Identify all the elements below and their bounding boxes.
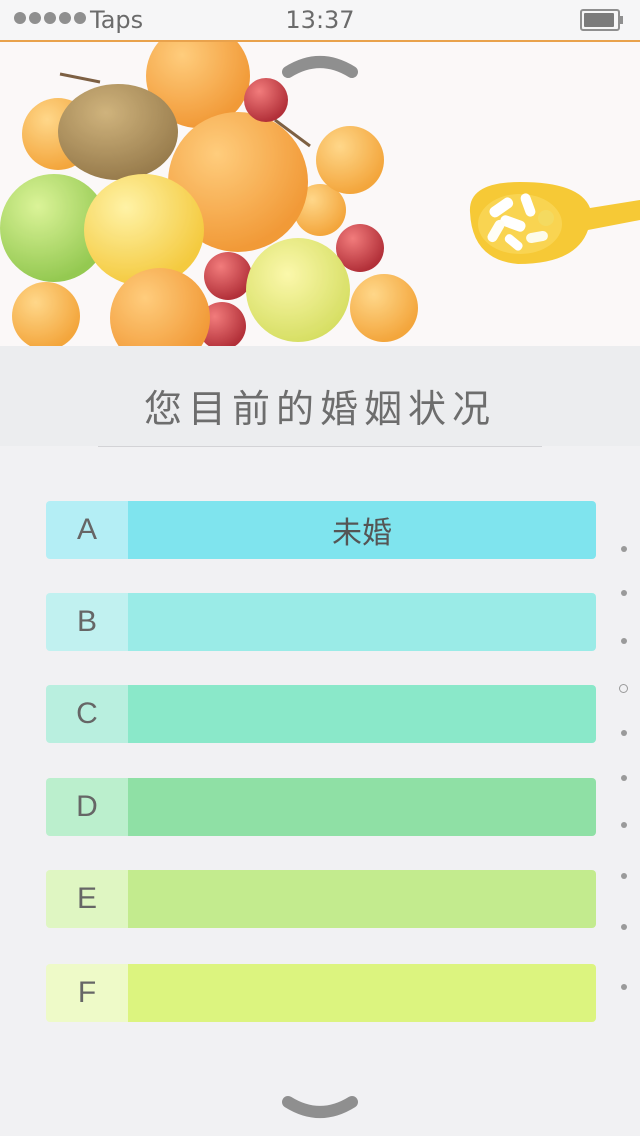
question-title: 您目前的婚姻状况 <box>143 387 496 431</box>
option-b[interactable]: B <box>46 593 596 651</box>
page-dot[interactable] <box>621 873 627 879</box>
option-letter: C <box>46 685 128 743</box>
page-dot[interactable] <box>621 984 627 990</box>
option-d[interactable]: D <box>46 778 596 836</box>
option-f[interactable]: F <box>46 964 596 1022</box>
page-dot[interactable] <box>621 546 627 552</box>
page-dot[interactable] <box>621 590 627 596</box>
page-dot[interactable] <box>621 822 627 828</box>
status-time: 13:37 <box>285 6 355 34</box>
option-letter: F <box>46 964 128 1022</box>
option-letter: B <box>46 593 128 651</box>
chevron-up-icon[interactable] <box>280 50 360 80</box>
page-dot-active[interactable] <box>619 684 628 693</box>
fruit-and-pills-image <box>0 42 640 346</box>
page-dot[interactable] <box>621 638 627 644</box>
option-letter: D <box>46 778 128 836</box>
option-label <box>128 870 596 928</box>
battery-icon <box>580 9 623 31</box>
page-dot[interactable] <box>621 924 627 930</box>
divider <box>98 446 542 447</box>
page-indicator <box>618 540 630 1000</box>
option-label <box>128 778 596 836</box>
page-dot[interactable] <box>621 730 627 736</box>
option-a[interactable]: A 未婚 <box>46 501 596 559</box>
hero-image <box>0 42 640 346</box>
option-label: 未婚 <box>128 501 596 559</box>
option-label <box>128 685 596 743</box>
option-letter: E <box>46 870 128 928</box>
option-label <box>128 964 596 1022</box>
option-c[interactable]: C <box>46 685 596 743</box>
question-band: 您目前的婚姻状况 <box>0 346 640 446</box>
option-e[interactable]: E <box>46 870 596 928</box>
option-label <box>128 593 596 651</box>
page-dot[interactable] <box>621 775 627 781</box>
status-bar: Taps 13:37 <box>0 0 640 42</box>
option-letter: A <box>46 501 128 559</box>
chevron-down-icon[interactable] <box>280 1094 360 1124</box>
